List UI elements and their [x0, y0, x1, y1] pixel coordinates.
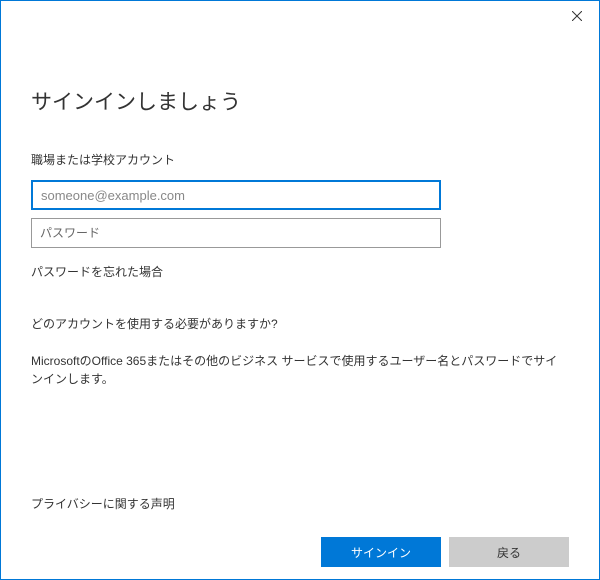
dialog-content: サインインしましょう 職場または学校アカウント パスワードを忘れた場合 どのアカ… [1, 31, 599, 388]
account-type-label: 職場または学校アカウント [31, 151, 569, 168]
titlebar [1, 1, 599, 31]
signin-dialog: サインインしましょう 職場または学校アカウント パスワードを忘れた場合 どのアカ… [0, 0, 600, 580]
info-text: MicrosoftのOffice 365またはその他のビジネス サービスで使用す… [31, 352, 569, 388]
privacy-link[interactable]: プライバシーに関する声明 [31, 495, 569, 512]
dialog-title: サインインしましょう [31, 86, 569, 116]
back-button[interactable]: 戻る [449, 537, 569, 567]
forgot-password-link[interactable]: パスワードを忘れた場合 [31, 263, 569, 280]
signin-button[interactable]: サインイン [321, 537, 441, 567]
dialog-footer: プライバシーに関する声明 サインイン 戻る [1, 495, 599, 579]
button-row: サインイン 戻る [31, 537, 569, 567]
which-account-text: どのアカウントを使用する必要がありますか? [31, 315, 569, 332]
email-input[interactable] [31, 180, 441, 210]
close-icon [572, 11, 582, 21]
close-button[interactable] [554, 1, 599, 31]
password-input[interactable] [31, 218, 441, 248]
